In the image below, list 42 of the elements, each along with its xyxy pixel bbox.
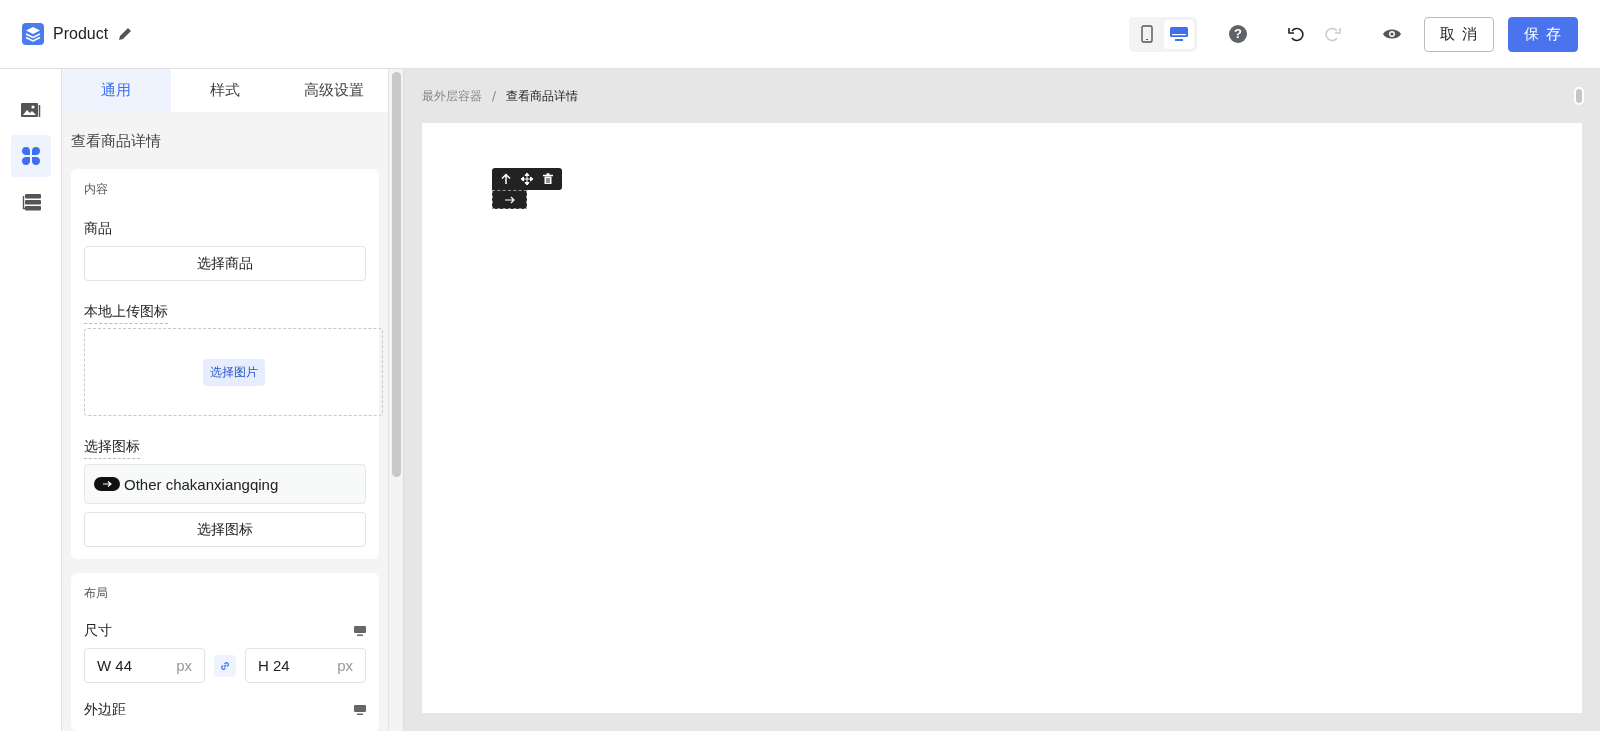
field-label: 外边距 xyxy=(84,701,126,719)
undo-icon[interactable] xyxy=(1287,25,1305,43)
scrollbar-thumb[interactable] xyxy=(392,72,401,477)
width-field[interactable]: W 44 px xyxy=(84,648,205,683)
field-label: 尺寸 xyxy=(84,622,112,640)
phone-icon xyxy=(1141,25,1153,43)
edit-icon[interactable] xyxy=(117,26,134,42)
link-icon xyxy=(219,659,231,672)
selected-element[interactable] xyxy=(492,190,527,209)
desktop-icon[interactable] xyxy=(354,704,366,716)
page-title: Product xyxy=(53,25,109,43)
arrow-pill-icon xyxy=(94,477,120,491)
link-toggle[interactable] xyxy=(214,654,236,677)
move-icon[interactable] xyxy=(521,173,533,185)
field-label: 本地上传图标 xyxy=(84,303,168,324)
help-button[interactable]: ? xyxy=(1229,25,1247,43)
field-label: 选择图标 xyxy=(84,438,140,459)
save-button[interactable]: 保 存 xyxy=(1508,16,1578,52)
panel-title: 查看商品详情 xyxy=(71,131,162,152)
scrollbar-thumb[interactable] xyxy=(1574,87,1584,105)
select-product-button[interactable]: 选择商品 xyxy=(84,246,366,281)
cancel-button[interactable]: 取 消 xyxy=(1424,16,1494,52)
arrow-up-icon[interactable] xyxy=(500,173,512,185)
section-title: 布局 xyxy=(84,585,109,602)
layers-logo-icon xyxy=(22,23,44,45)
breadcrumb-separator: / xyxy=(492,89,497,103)
components-icon[interactable] xyxy=(10,135,51,177)
select-image-button[interactable]: 选择图片 xyxy=(202,358,265,386)
settings-tab[interactable]: 通用 xyxy=(62,69,171,112)
monitor-icon xyxy=(1170,26,1188,42)
upload-area[interactable]: 选择图片 xyxy=(84,328,383,416)
trash-icon[interactable] xyxy=(542,173,554,185)
select-icon-button[interactable]: 选择图标 xyxy=(84,512,366,547)
selected-icon-field: Other chakanxiangqing xyxy=(84,464,366,504)
desktop-device-button[interactable] xyxy=(1164,19,1194,49)
breadcrumb-item[interactable]: 查看商品详情 xyxy=(506,87,579,105)
desktop-icon[interactable] xyxy=(354,625,366,637)
field-label: 商品 xyxy=(84,220,112,238)
preview-eye-icon[interactable] xyxy=(1382,27,1402,41)
height-field[interactable]: H 24 px xyxy=(245,648,366,683)
section-title: 内容 xyxy=(84,181,109,198)
arrow-right-icon xyxy=(503,194,516,205)
